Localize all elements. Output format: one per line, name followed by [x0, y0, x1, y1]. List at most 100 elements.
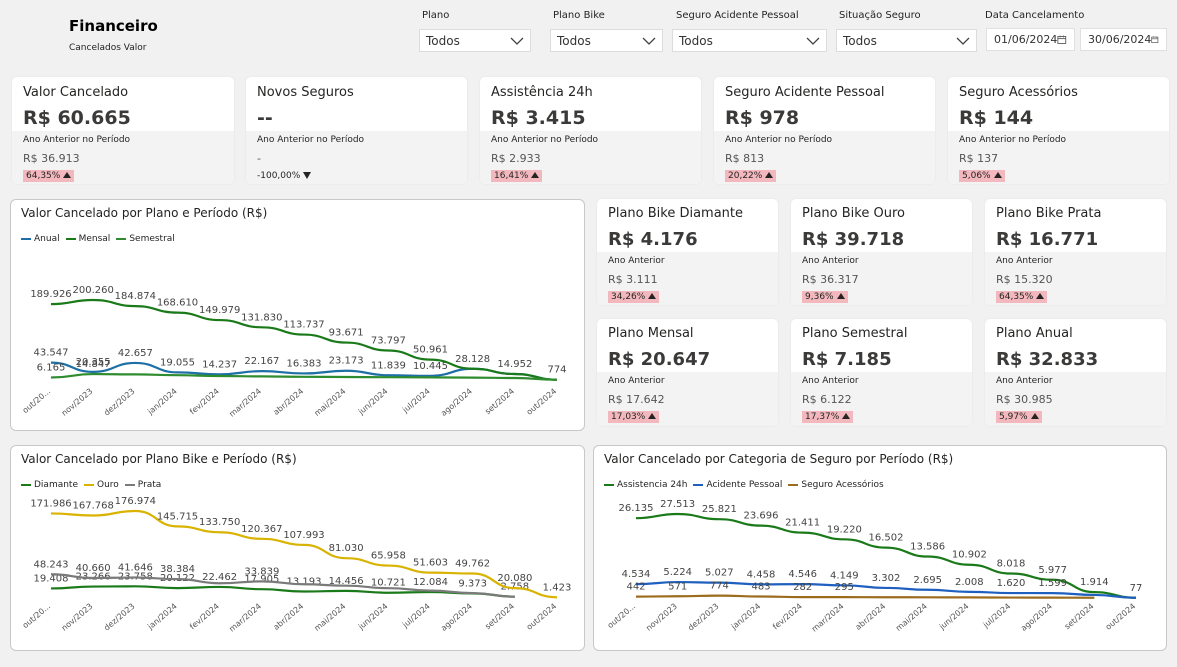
series-line-2	[635, 594, 1095, 599]
plan-sub-label: Ano Anterior	[608, 256, 665, 266]
data-label: 23.173	[329, 356, 364, 367]
x-tick-label: jan/2024	[729, 602, 763, 632]
kpi-delta: 5,06%	[962, 171, 991, 181]
chevron-down-icon	[642, 37, 656, 45]
filter-acidente-dropdown[interactable]: Todos	[672, 29, 827, 52]
plan-title: Plano Bike Diamante	[608, 206, 744, 221]
arrow-up-icon	[1036, 293, 1045, 299]
plan-sub-label: Ano Anterior	[996, 376, 1053, 386]
data-label: 19.220	[827, 524, 862, 535]
plan-value: R$ 4.176	[608, 229, 698, 250]
plan-value: R$ 20.647	[608, 349, 711, 370]
arrow-up-icon	[648, 413, 657, 419]
data-label: 40.660	[76, 563, 111, 574]
calendar-icon	[1151, 36, 1159, 43]
arrow-up-icon	[765, 172, 774, 178]
plan-card-semestral: Plano Semestral R$ 7.185 Ano Anterior R$…	[791, 319, 972, 426]
kpi-delta-badge: 20,22%	[725, 170, 777, 182]
kpi-title: Valor Cancelado	[23, 85, 129, 100]
data-label: 3.302	[872, 573, 901, 584]
x-tick-label: out/2024	[1104, 602, 1137, 632]
kpi-sub-label: Ano Anterior no Período	[23, 135, 131, 145]
data-label: 145.715	[157, 511, 198, 522]
filter-acidente-label: Seguro Acidente Pessoal	[676, 10, 799, 21]
date-start-input[interactable]: 01/06/2024	[986, 28, 1075, 51]
arrow-up-icon	[993, 172, 1002, 178]
plan-prev-value: R$ 36.317	[802, 273, 859, 286]
data-label: 483	[751, 582, 770, 593]
kpi-delta: -100,00%	[257, 171, 301, 181]
data-label: 14.952	[497, 359, 532, 370]
plan-delta-badge: 17,03%	[608, 411, 660, 423]
plan-delta: 34,26%	[611, 292, 646, 302]
data-label: 2.695	[913, 575, 942, 586]
data-label: 774	[547, 365, 566, 376]
plan-sub-label: Ano Anterior	[608, 376, 665, 386]
data-label: 1.620	[997, 578, 1026, 589]
data-label: 43.547	[34, 348, 69, 359]
x-tick-label: dez/2023	[686, 602, 720, 633]
chart-card-plano-bike[interactable]: Valor Cancelado por Plano Bike e Período…	[10, 445, 585, 651]
plan-title: Plano Mensal	[608, 326, 694, 341]
plan-prev-value: R$ 30.985	[996, 393, 1053, 406]
data-label: 2.008	[955, 577, 984, 588]
x-tick-label: jun/2024	[356, 602, 390, 632]
x-tick-label: nov/2023	[60, 387, 95, 418]
date-end-input[interactable]: 30/06/2024	[1080, 28, 1167, 51]
data-label: 8.018	[997, 559, 1026, 570]
plan-value: R$ 32.833	[996, 349, 1099, 370]
kpi-value: R$ 144	[959, 107, 1034, 129]
plan-title: Plano Anual	[996, 326, 1073, 341]
x-tick-label: mar/2024	[810, 602, 846, 634]
kpi-prev-value: R$ 137	[959, 152, 999, 165]
x-tick-label: abr/2024	[272, 602, 306, 632]
plan-delta-badge: 64,35%	[996, 291, 1048, 303]
chart-card-plano[interactable]: Valor Cancelado por Plano e Período (R$)…	[10, 199, 585, 431]
data-label: 25.821	[702, 504, 737, 515]
x-tick-label: jan/2024	[145, 602, 179, 632]
arrow-down-icon	[303, 172, 312, 179]
x-tick-label: fev/2024	[188, 602, 221, 632]
plan-delta-badge: 5,97%	[996, 411, 1042, 423]
plan-delta: 64,35%	[999, 292, 1034, 302]
data-label: 1.599	[1038, 578, 1067, 589]
plan-prev-value: R$ 17.642	[608, 393, 665, 406]
kpi-prev-value: R$ 2.933	[491, 152, 541, 165]
data-label: 107.993	[283, 530, 324, 541]
data-label: 13.193	[287, 577, 322, 588]
data-label: 113.737	[283, 320, 324, 331]
x-tick-label: fev/2024	[188, 387, 221, 417]
kpi-card-assistencia: Assistência 24h R$ 3.415 Ano Anterior no…	[480, 77, 701, 184]
x-tick-label: mai/2024	[313, 387, 348, 418]
filter-plano-dropdown[interactable]: Todos	[419, 29, 531, 52]
x-tick-label: jun/2024	[937, 602, 971, 632]
data-label: 26.135	[619, 503, 654, 514]
data-label: 77	[1130, 583, 1143, 594]
plan-card-anual: Plano Anual R$ 32.833 Ano Anterior R$ 30…	[985, 319, 1166, 426]
data-label: 167.768	[72, 501, 113, 512]
x-tick-label: mai/2024	[313, 602, 348, 633]
chart-card-categoria-seguro[interactable]: Valor Cancelado por Categoria de Seguro …	[593, 445, 1167, 651]
series-line-2	[50, 372, 558, 381]
x-tick-label: set/2024	[1063, 602, 1096, 632]
data-label: 4.534	[622, 569, 651, 580]
date-end-value: 30/06/2024	[1088, 33, 1152, 46]
plan-delta: 17,03%	[611, 412, 646, 422]
plan-delta: 17,37%	[805, 412, 840, 422]
kpi-card-acidente-pessoal: Seguro Acidente Pessoal R$ 978 Ano Anter…	[714, 77, 935, 184]
calendar-icon	[1057, 35, 1067, 44]
kpi-delta-badge: 5,06%	[959, 170, 1005, 182]
filter-plano-bike-dropdown[interactable]: Todos	[550, 29, 663, 52]
plan-delta-badge: 9,36%	[802, 291, 848, 303]
plan-title: Plano Bike Prata	[996, 206, 1102, 221]
data-label: 10.445	[413, 361, 448, 372]
kpi-value: R$ 3.415	[491, 107, 586, 129]
kpi-card-acessorios: Seguro Acessórios R$ 144 Ano Anterior no…	[948, 77, 1169, 184]
page-title: Financeiro	[69, 17, 158, 35]
data-label: 20.080	[497, 573, 532, 584]
kpi-sub-label: Ano Anterior no Período	[491, 135, 599, 145]
filter-situacao-dropdown[interactable]: Todos	[836, 29, 977, 52]
kpi-delta: 16,41%	[494, 171, 529, 181]
data-label: 81.030	[329, 543, 364, 554]
chevron-down-icon	[806, 37, 820, 45]
